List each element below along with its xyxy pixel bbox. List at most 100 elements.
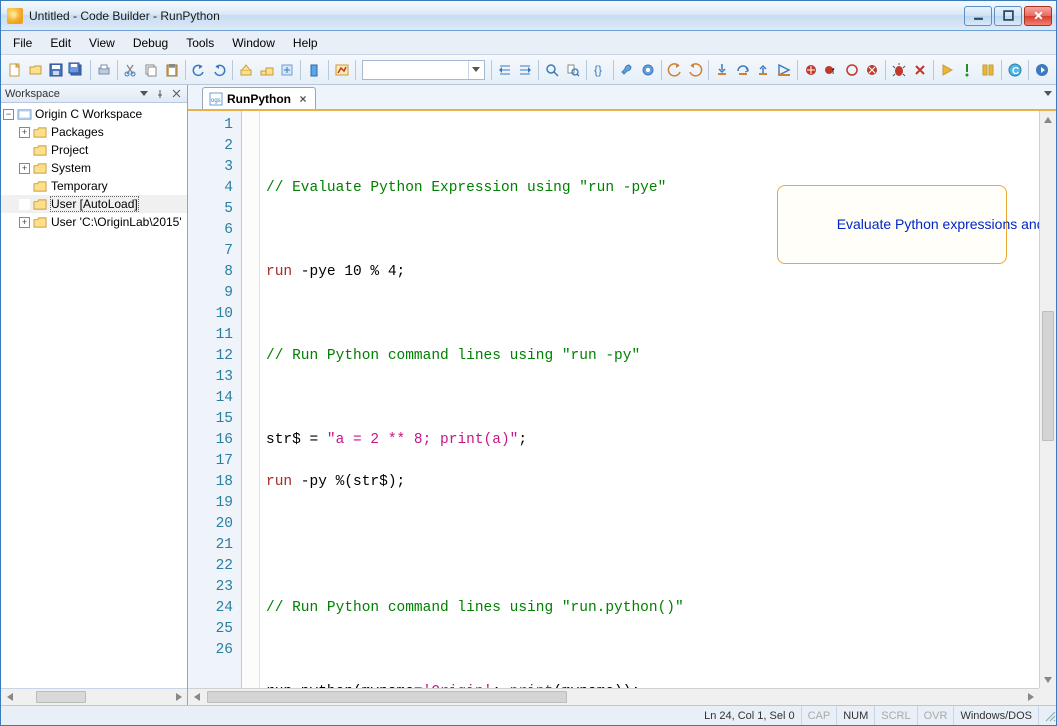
scroll-down-icon[interactable] [1040, 671, 1056, 688]
menu-file[interactable]: File [5, 34, 40, 52]
tree-node-user-path[interactable]: + User 'C:\OriginLab\2015' [1, 213, 187, 231]
scroll-left-icon[interactable] [1, 689, 18, 705]
new-file-icon[interactable] [6, 59, 24, 81]
tab-close-icon[interactable]: × [297, 93, 309, 105]
step-out-icon[interactable] [754, 59, 772, 81]
line-number: 12 [192, 346, 233, 367]
expand-icon[interactable]: + [19, 163, 30, 174]
debug-go-icon[interactable] [890, 59, 908, 81]
stop-debug-icon[interactable] [910, 59, 928, 81]
print-icon[interactable] [94, 59, 112, 81]
tree-label: User [AutoLoad] [51, 197, 138, 211]
menu-view[interactable]: View [81, 34, 123, 52]
paste-icon[interactable] [162, 59, 180, 81]
workspace-tree[interactable]: − Origin C Workspace + Packages Project … [1, 103, 187, 688]
workspace-icon [17, 108, 32, 121]
resize-grip-icon[interactable] [1038, 706, 1056, 725]
toolbar-sep [797, 60, 798, 80]
expander-blank [19, 199, 30, 210]
redo-icon[interactable] [210, 59, 228, 81]
line-number: 24 [192, 598, 233, 619]
build-icon[interactable] [237, 59, 255, 81]
tree-node-project[interactable]: Project [1, 141, 187, 159]
tree-node-system[interactable]: + System [1, 159, 187, 177]
run-exclaim-icon[interactable] [958, 59, 976, 81]
indent-left-icon[interactable] [496, 59, 514, 81]
code-text[interactable]: // Evaluate Python Expression using "run… [260, 111, 1039, 688]
breakpoint-func-icon[interactable]: f [822, 59, 840, 81]
help-icon[interactable] [1033, 59, 1051, 81]
chevron-down-icon[interactable] [468, 61, 484, 79]
build-all-icon[interactable] [258, 59, 276, 81]
cut-icon[interactable] [122, 59, 140, 81]
save-all-icon[interactable] [67, 59, 85, 81]
expand-icon[interactable]: + [19, 217, 30, 228]
open-file-icon[interactable] [26, 59, 44, 81]
scroll-right-icon[interactable] [170, 689, 187, 705]
step-forward-icon[interactable] [686, 59, 704, 81]
undo-icon[interactable] [190, 59, 208, 81]
toolbar-sep [538, 60, 539, 80]
line-number: 16 [192, 430, 233, 451]
close-panel-icon[interactable] [169, 87, 183, 101]
toolbar-sep [1001, 60, 1002, 80]
tree-node-temporary[interactable]: Temporary [1, 177, 187, 195]
close-button[interactable] [1024, 6, 1052, 26]
run-section-icon[interactable] [978, 59, 996, 81]
goto-origin-icon[interactable] [332, 59, 350, 81]
settings-icon[interactable] [638, 59, 656, 81]
tree-node-user-autoload[interactable]: User [AutoLoad] [1, 195, 187, 213]
menu-help[interactable]: Help [285, 34, 326, 52]
find-combo[interactable] [362, 60, 485, 80]
margin-strip [242, 111, 260, 688]
find-icon[interactable] [543, 59, 561, 81]
tab-runpython[interactable]: ogs RunPython × [202, 87, 316, 109]
expand-icon[interactable]: + [19, 127, 30, 138]
tree-node-packages[interactable]: + Packages [1, 123, 187, 141]
brace-match-icon[interactable]: {} [591, 59, 609, 81]
step-into-icon[interactable] [713, 59, 731, 81]
menu-window[interactable]: Window [224, 34, 283, 52]
line-number: 11 [192, 325, 233, 346]
find-in-files-icon[interactable] [564, 59, 582, 81]
menu-tools[interactable]: Tools [178, 34, 222, 52]
scroll-left-icon[interactable] [188, 689, 205, 705]
bookmark-icon[interactable] [305, 59, 323, 81]
step-back-icon[interactable] [666, 59, 684, 81]
help-context-icon[interactable]: C [1006, 59, 1024, 81]
scroll-up-icon[interactable] [1040, 111, 1056, 128]
wrench-icon[interactable] [618, 59, 636, 81]
editor-hscrollbar[interactable] [188, 688, 1039, 705]
breakpoint-toggle-icon[interactable] [842, 59, 860, 81]
scroll-thumb[interactable] [36, 691, 86, 703]
breakpoint-clear-icon[interactable] [863, 59, 881, 81]
workspace-hscrollbar[interactable] [1, 688, 187, 705]
run-to-cursor-icon[interactable] [774, 59, 792, 81]
minimize-button[interactable] [964, 6, 992, 26]
copy-icon[interactable] [142, 59, 160, 81]
save-icon[interactable] [47, 59, 65, 81]
maximize-button[interactable] [994, 6, 1022, 26]
scroll-right-icon[interactable] [1022, 689, 1039, 705]
run-icon[interactable] [938, 59, 956, 81]
step-over-icon[interactable] [734, 59, 752, 81]
editor-vscrollbar[interactable] [1039, 111, 1056, 688]
line-number: 2 [192, 136, 233, 157]
tree-label: Project [51, 143, 88, 157]
collapse-icon[interactable]: − [3, 109, 14, 120]
breakpoint-icon[interactable] [802, 59, 820, 81]
menu-debug[interactable]: Debug [125, 34, 176, 52]
scroll-thumb[interactable] [207, 691, 567, 703]
compile-icon[interactable] [278, 59, 296, 81]
tree-label: User 'C:\OriginLab\2015' [51, 215, 182, 229]
menu-edit[interactable]: Edit [42, 34, 79, 52]
dropdown-icon[interactable] [137, 87, 151, 101]
toolbar-sep [185, 60, 186, 80]
folder-icon [33, 198, 48, 211]
pin-icon[interactable] [153, 87, 167, 101]
scroll-thumb[interactable] [1042, 311, 1054, 441]
code-token: // Run Python command lines using "run -… [266, 348, 640, 364]
tree-root[interactable]: − Origin C Workspace [1, 105, 187, 123]
indent-right-icon[interactable] [516, 59, 534, 81]
toolbar-sep [613, 60, 614, 80]
